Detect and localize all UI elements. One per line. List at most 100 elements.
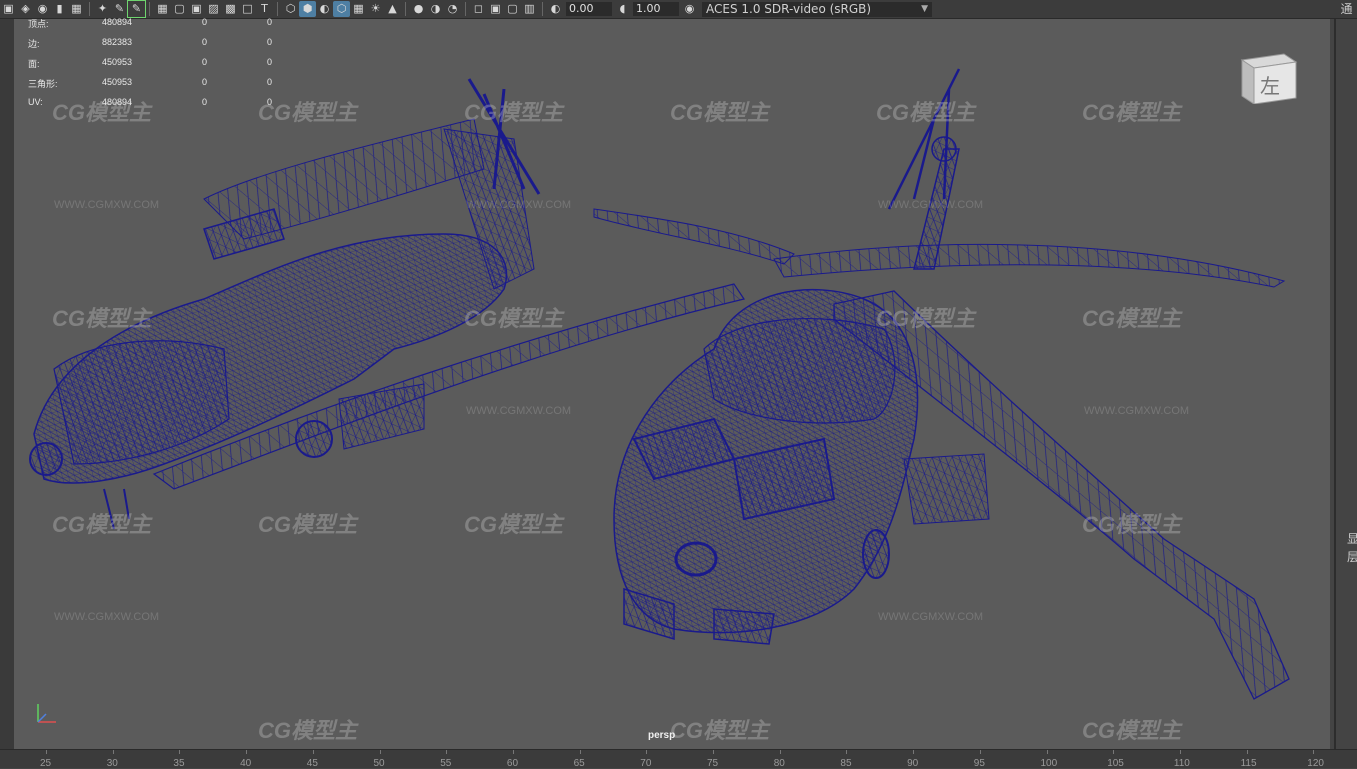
ruler-tick-label: 75 [707, 758, 719, 769]
ruler-tick [979, 750, 981, 754]
toolbar-separator [465, 2, 466, 16]
ruler-tick-label: 120 [1307, 758, 1324, 769]
ruler-tick-label: 30 [106, 758, 118, 769]
panel-divider [1334, 19, 1336, 749]
camera-icon[interactable]: ▣ [0, 1, 17, 17]
ruler-tick [46, 750, 47, 754]
shadows-icon[interactable]: ▲ [384, 1, 401, 17]
ruler-tick-label: 40 [240, 758, 252, 769]
hud-value: 480894 [102, 17, 133, 27]
wireframe-on-shaded-icon[interactable]: ◐ [316, 1, 333, 17]
exposure-icon[interactable]: ◐ [547, 1, 564, 17]
axis-gizmo-icon [37, 704, 56, 723]
motion-blur-icon[interactable]: ◑ [427, 1, 444, 17]
safe-title-icon[interactable]: T [256, 1, 273, 17]
film-gate-icon[interactable]: ▢ [171, 1, 188, 17]
ruler-tick [246, 750, 248, 754]
ruler-tick [1113, 750, 1115, 754]
color-management-icon[interactable]: ◉ [681, 1, 698, 17]
bookmark-icon[interactable]: ▮ [51, 1, 68, 17]
ruler-tick [312, 750, 314, 754]
hud-label: 面: [28, 59, 40, 69]
hud-value: 0 [267, 17, 273, 27]
ruler-tick-label: 85 [840, 758, 852, 769]
layer-tab-label[interactable]: 层 [1347, 548, 1357, 566]
toolbar-separator [277, 2, 278, 16]
left-toolbox [0, 19, 14, 749]
ambient-occlusion-icon[interactable]: ● [410, 1, 427, 17]
ruler-tick-label: 45 [306, 758, 318, 769]
toolbar-separator [149, 2, 150, 16]
panel-tab[interactable]: 通 [1336, 0, 1357, 18]
hud-value: 450953 [102, 57, 133, 67]
ruler-tick-label: 80 [773, 758, 785, 769]
gamma-field[interactable]: 1.00 [633, 2, 679, 16]
ruler-tick-label: 65 [573, 758, 585, 769]
textured-icon[interactable]: ⬡ [333, 1, 350, 17]
ruler-tick-label: 105 [1107, 758, 1124, 769]
backface-icon[interactable]: ▥ [521, 1, 538, 17]
image-plane-icon[interactable]: ▦ [68, 1, 85, 17]
perspective-viewport[interactable]: CG模型主 CG模型主 CG模型主 CG模型主 CG模型主 CG模型主 WWW.… [14, 19, 1330, 749]
xray-icon[interactable]: ▦ [350, 1, 367, 17]
time-slider-ruler[interactable]: 25 30 35 40 45 50 55 60 65 70 75 80 85 90 95 100 105 110 1… [0, 749, 1357, 769]
view-cube-face-label: 左 [1260, 74, 1280, 98]
ruler-tick-label: 35 [173, 758, 185, 769]
hud-label: 顶点: [28, 19, 49, 29]
exposure-field[interactable]: 0.00 [566, 2, 612, 16]
2d-pan-icon[interactable]: ✦ [94, 1, 111, 17]
ruler-tick-label: 100 [1040, 758, 1058, 769]
hud-value: 0 [202, 37, 208, 47]
gamma-icon[interactable]: ◖ [614, 1, 631, 17]
hud-label: 边: [28, 39, 40, 49]
shaded-icon[interactable]: ⬢ [299, 1, 316, 17]
pencil-active-icon[interactable]: ✎ [127, 0, 146, 18]
xray-active-icon[interactable]: ▢ [504, 1, 521, 17]
hud-row-uvs: UV: 480894 0 0 [28, 97, 288, 117]
field-chart-icon[interactable]: ▩ [222, 1, 239, 17]
hud-value: 0 [267, 77, 273, 87]
isolate-select-icon[interactable]: ◻ [470, 1, 487, 17]
scene-wireframe [29, 68, 1290, 700]
ruler-tick [713, 750, 714, 754]
resolution-gate-icon[interactable]: ▣ [188, 1, 205, 17]
toolbar-separator [405, 2, 406, 16]
hud-value: 450953 [102, 77, 133, 87]
hud-value: 882383 [102, 37, 133, 47]
ruler-tick [646, 750, 648, 754]
helicopter-right [593, 68, 1290, 700]
grease-pencil-icon[interactable]: ✎ [111, 1, 128, 17]
hud-value: 0 [202, 17, 208, 27]
ruler-tick [1313, 750, 1315, 754]
gate-mask-icon[interactable]: ▨ [205, 1, 222, 17]
display-tab-label[interactable]: 显 [1347, 530, 1357, 548]
hud-value: 0 [202, 57, 208, 67]
camera-name-label: persp [648, 730, 676, 741]
ruler-tick [579, 750, 581, 754]
camera-attributes-icon[interactable]: ◉ [34, 1, 51, 17]
safe-action-icon[interactable]: □ [239, 1, 256, 17]
ruler-tick-label: 90 [907, 758, 919, 769]
ruler-tick-label: 50 [373, 758, 385, 769]
toolbar-separator [89, 2, 90, 16]
hud-label: UV: [28, 97, 43, 107]
hud-value: 0 [267, 97, 273, 107]
hud-row-edges: 边: 882383 0 0 [28, 37, 288, 57]
ruler-tick [379, 750, 381, 754]
ruler-tick [913, 750, 915, 754]
view-transform-value: ACES 1.0 SDR-video (sRGB) [706, 1, 872, 16]
hud-row-faces: 面: 450953 0 0 [28, 57, 288, 77]
ruler-tick [446, 750, 448, 754]
wireframe-icon[interactable]: ⬡ [282, 1, 299, 17]
ruler-tick [112, 750, 114, 754]
view-cube[interactable]: 左 [1238, 48, 1300, 105]
hud-value: 0 [267, 57, 273, 67]
camera-lock-icon[interactable]: ◈ [17, 1, 34, 17]
xray-joints-icon[interactable]: ▣ [487, 1, 504, 17]
lights-icon[interactable]: ☀ [367, 1, 384, 17]
view-transform-dropdown[interactable]: ACES 1.0 SDR-video (sRGB) ▼ [702, 1, 932, 17]
hud-label: 三角形: [28, 79, 58, 89]
grid-icon[interactable]: ▦ [154, 1, 171, 17]
anti-aliasing-icon[interactable]: ◔ [444, 1, 461, 17]
hud-value: 480894 [102, 97, 133, 107]
